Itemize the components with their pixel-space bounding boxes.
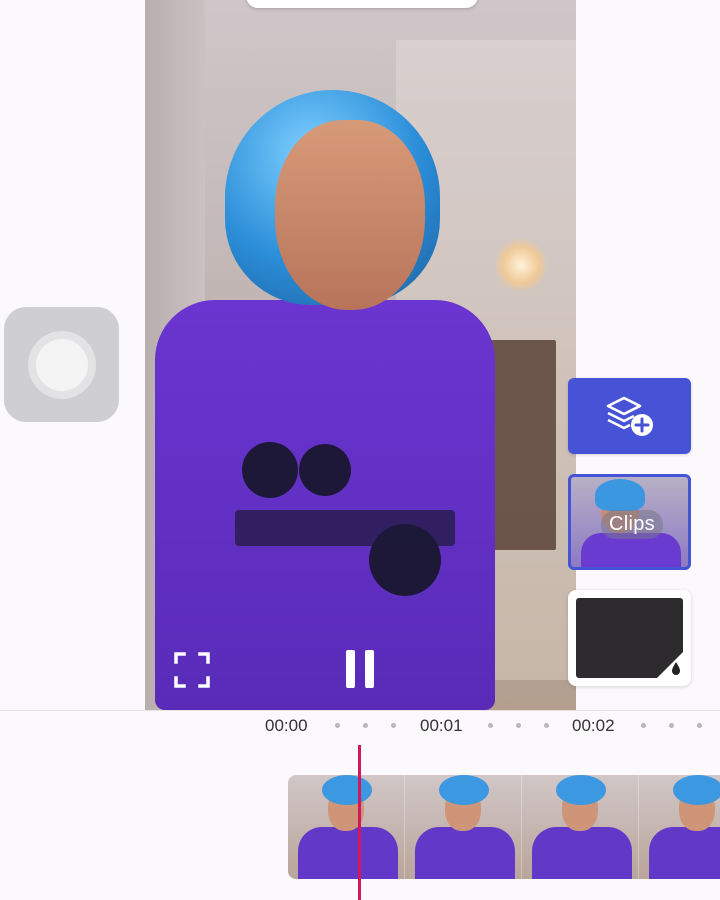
filmstrip-frame <box>639 775 720 879</box>
time-label-0: 00:00 <box>265 716 308 735</box>
time-label-1: 00:01 <box>420 716 463 735</box>
pause-icon <box>346 650 374 688</box>
fullscreen-icon <box>174 652 210 688</box>
tick-dot <box>335 723 340 728</box>
frame-scarf <box>322 775 372 805</box>
pause-button[interactable] <box>343 648 377 690</box>
timeline-divider <box>0 710 720 711</box>
frame-scarf <box>673 775 720 805</box>
clips-button[interactable]: Clips <box>568 474 691 570</box>
tick-dot <box>516 723 521 728</box>
filmstrip-frame <box>288 775 405 879</box>
add-layer-icon <box>606 396 653 436</box>
frame-shirt <box>415 827 515 879</box>
clips-thumb-scarf <box>595 479 645 511</box>
frame-shirt <box>649 827 720 879</box>
video-filmstrip[interactable] <box>288 775 720 879</box>
preview-face <box>275 120 425 310</box>
video-preview[interactable] <box>145 0 576 710</box>
frame-scarf <box>556 775 606 805</box>
fullscreen-button[interactable] <box>172 650 212 690</box>
tick-dot <box>544 723 549 728</box>
tick-dot <box>391 723 396 728</box>
frame-shirt <box>298 827 398 879</box>
tick-dot <box>488 723 493 728</box>
shirt-print <box>235 442 455 596</box>
add-layer-button[interactable] <box>568 378 691 454</box>
tick-dot <box>697 723 702 728</box>
tick-dot <box>363 723 368 728</box>
filmstrip-frame <box>405 775 522 879</box>
tick-dot <box>669 723 674 728</box>
frame-shirt <box>532 827 632 879</box>
filmstrip-frame <box>522 775 639 879</box>
clips-label: Clips <box>601 510 663 539</box>
assistive-touch-dot <box>35 338 88 391</box>
tick-dot <box>641 723 646 728</box>
assistive-touch-ring <box>27 330 96 399</box>
playhead[interactable] <box>358 745 361 900</box>
assistive-touch-button[interactable] <box>4 307 119 422</box>
frame-scarf <box>439 775 489 805</box>
top-handle <box>246 0 478 8</box>
paint-drop-icon <box>655 650 685 680</box>
time-label-2: 00:02 <box>572 716 615 735</box>
background-color-button[interactable] <box>568 590 691 686</box>
preview-lamp <box>496 235 546 295</box>
